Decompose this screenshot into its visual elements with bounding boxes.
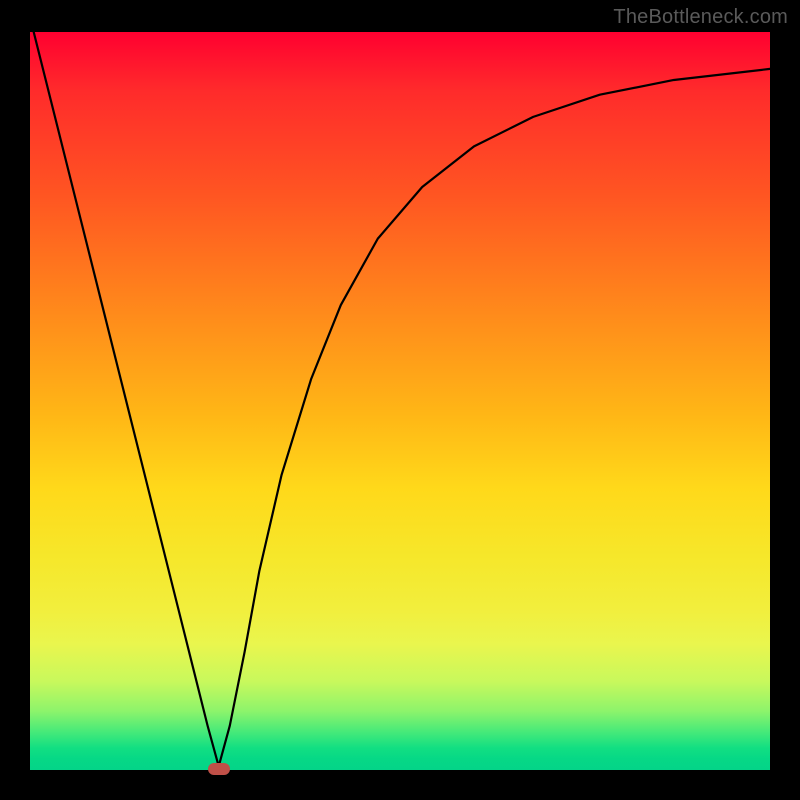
curve-svg: [30, 32, 770, 770]
plot-area: [30, 32, 770, 770]
chart-frame: TheBottleneck.com: [0, 0, 800, 800]
optimal-point-marker: [208, 763, 230, 775]
watermark-text: TheBottleneck.com: [613, 6, 788, 29]
bottleneck-curve: [30, 17, 770, 766]
